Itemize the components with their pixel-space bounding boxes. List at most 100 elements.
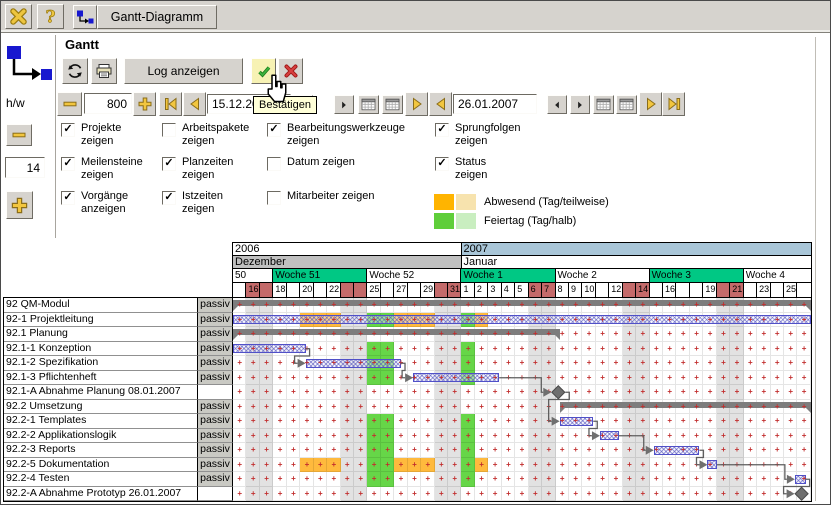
end-date-step-back-button[interactable] xyxy=(547,95,567,114)
end-date-last-button[interactable] xyxy=(662,92,685,116)
option-vorg-ngeanzeigen[interactable]: ✓Vorgängeanzeigen xyxy=(61,190,162,224)
grid-cell xyxy=(569,458,582,473)
option-mitarbeiter-zeigen[interactable]: Mitarbeiter zeigen xyxy=(267,190,435,224)
task-bar[interactable] xyxy=(306,359,401,368)
option-statuszeigen[interactable]: ✓Statuszeigen xyxy=(435,156,627,190)
grid-cell xyxy=(784,327,797,342)
task-label[interactable]: 92.2-1 Templates xyxy=(4,414,198,429)
grid-cell xyxy=(771,342,784,357)
option-sprungfolgenzeigen[interactable]: ✓Sprungfolgenzeigen xyxy=(435,122,627,156)
checkbox[interactable] xyxy=(162,123,176,137)
end-date-prev-button[interactable] xyxy=(429,92,452,116)
grid-cell xyxy=(341,342,354,357)
checkbox[interactable]: ✓ xyxy=(61,123,75,137)
grid-cell xyxy=(246,443,259,458)
checkbox[interactable] xyxy=(267,191,281,205)
start-date-calendar-button-2[interactable] xyxy=(382,95,403,114)
task-bar[interactable] xyxy=(654,446,700,455)
task-label[interactable]: 92.2-5 Dokumentation xyxy=(4,458,198,473)
day-cell: 27 xyxy=(394,283,407,297)
width-input[interactable] xyxy=(84,93,132,114)
start-date-calendar-button-1[interactable] xyxy=(358,95,379,114)
tab-gantt-diagramm[interactable]: Gantt-Diagramm xyxy=(97,5,217,29)
checkbox[interactable]: ✓ xyxy=(61,191,75,205)
grid-cell xyxy=(663,327,676,342)
start-date-first-button[interactable] xyxy=(159,92,182,116)
log-button[interactable]: Log anzeigen xyxy=(124,58,243,84)
task-label[interactable]: 92.1-3 Pflichtenheft xyxy=(4,371,198,386)
task-bar[interactable] xyxy=(707,460,716,469)
row-count-input[interactable] xyxy=(5,157,45,178)
grid-cell xyxy=(515,472,528,487)
grid-cell xyxy=(354,487,367,502)
task-bar[interactable] xyxy=(233,315,811,324)
task-status: passiv xyxy=(198,356,233,371)
task-label[interactable]: 92.1-A Abnahme Planung 08.01.2007 xyxy=(4,385,198,400)
task-row: 92 QM-Modulpassiv+++++++++++++++++++++++… xyxy=(4,298,811,313)
option-projektezeigen[interactable]: ✓Projektezeigen xyxy=(61,122,162,156)
task-bar[interactable] xyxy=(560,417,594,426)
width-increase-button[interactable] xyxy=(133,92,156,116)
task-label[interactable]: 92.1-2 Spezifikation xyxy=(4,356,198,371)
grid-cell xyxy=(461,472,474,487)
row-height-decrease-button[interactable] xyxy=(6,124,32,146)
task-label[interactable]: 92.2-A Abnahme Prototyp 26.01.2007 xyxy=(4,487,198,502)
task-label[interactable]: 92-1 Projektleitung xyxy=(4,313,198,328)
grid-cell xyxy=(246,385,259,400)
option-planzeitenzeigen[interactable]: ✓Planzeitenzeigen xyxy=(162,156,267,190)
option-bearbeitungswerkzeugezeigen[interactable]: ✓Bearbeitungswerkzeugezeigen xyxy=(267,122,435,156)
gantt-tab-icon-button[interactable] xyxy=(73,5,97,29)
start-date-next-button[interactable] xyxy=(405,92,428,116)
checkbox[interactable]: ✓ xyxy=(162,191,176,205)
task-timeline: ++++++++++++++++++++++++++++++++++++++++… xyxy=(233,487,811,502)
summary-bar[interactable] xyxy=(560,402,811,408)
end-date-calendar-button-1[interactable] xyxy=(593,95,614,114)
option-arbeitspaketezeigen[interactable]: Arbeitspaketezeigen xyxy=(162,122,267,156)
task-label[interactable]: 92.2-3 Reports xyxy=(4,443,198,458)
end-date-input[interactable] xyxy=(453,94,537,114)
option-meilensteinezeigen[interactable]: ✓Meilensteinezeigen xyxy=(61,156,162,190)
end-date-step-forward-button[interactable] xyxy=(570,95,590,114)
task-status: passiv xyxy=(198,298,233,313)
day-cell: 12 xyxy=(609,283,622,297)
option-datum-zeigen[interactable]: Datum zeigen xyxy=(267,156,435,190)
grid-cell xyxy=(650,429,663,444)
close-button[interactable] xyxy=(5,4,32,29)
grid-cell xyxy=(609,327,622,342)
help-button[interactable]: ? xyxy=(37,4,64,29)
checkbox[interactable]: ✓ xyxy=(61,157,75,171)
refresh-button[interactable] xyxy=(62,58,88,84)
task-bar[interactable] xyxy=(413,373,499,382)
task-bar[interactable] xyxy=(795,475,806,484)
row-height-increase-button[interactable] xyxy=(6,191,33,219)
option-istzeitenzeigen[interactable]: ✓Istzeitenzeigen xyxy=(162,190,267,224)
task-label[interactable]: 92.2-2 Applikationslogik xyxy=(4,429,198,444)
day-cell: 21 xyxy=(730,283,743,297)
summary-bar[interactable] xyxy=(233,300,811,306)
grid-cell xyxy=(354,385,367,400)
grid-cell xyxy=(367,487,380,502)
end-date-next-button[interactable] xyxy=(639,92,662,116)
task-bar[interactable] xyxy=(233,344,306,353)
checkbox[interactable]: ✓ xyxy=(267,123,281,137)
grid-cell xyxy=(730,356,743,371)
task-label[interactable]: 92.1 Planung xyxy=(4,327,198,342)
panel-divider xyxy=(55,35,56,238)
task-label[interactable]: 92.2 Umsetzung xyxy=(4,400,198,415)
task-label[interactable]: 92.1-1 Konzeption xyxy=(4,342,198,357)
end-date-calendar-button-2[interactable] xyxy=(616,95,637,114)
grid-cell xyxy=(273,487,286,502)
task-bar[interactable] xyxy=(600,431,619,440)
grid-cell xyxy=(327,429,340,444)
task-label[interactable]: 92.2-4 Testen xyxy=(4,472,198,487)
checkbox[interactable]: ✓ xyxy=(435,123,449,137)
checkbox[interactable] xyxy=(267,157,281,171)
summary-bar[interactable] xyxy=(233,329,560,335)
width-decrease-button[interactable] xyxy=(57,92,82,116)
checkbox[interactable]: ✓ xyxy=(435,157,449,171)
task-label[interactable]: 92 QM-Modul xyxy=(4,298,198,313)
start-date-step-forward-button[interactable] xyxy=(334,95,354,114)
checkbox[interactable]: ✓ xyxy=(162,157,176,171)
start-date-prev-button[interactable] xyxy=(183,92,206,116)
print-button[interactable] xyxy=(91,58,117,84)
